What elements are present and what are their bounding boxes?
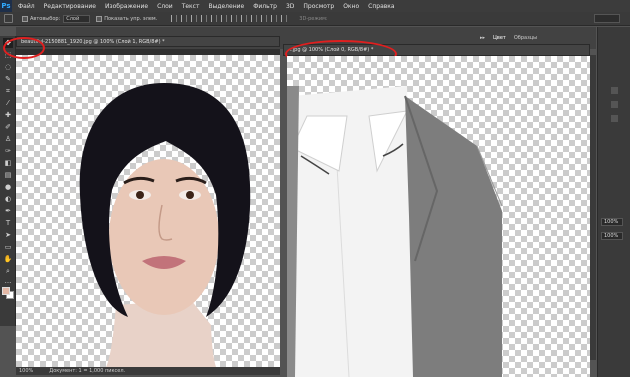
brush-tool-icon[interactable]: ✐ [3,122,13,132]
menu-filter[interactable]: Фильтр [253,3,277,10]
rectangle-tool-icon[interactable]: ▭ [3,242,13,252]
menu-edit[interactable]: Редактирование [44,3,96,10]
dodge-tool-icon[interactable]: ◐ [3,194,13,204]
menu-window[interactable]: Окно [343,3,359,10]
document-1-canvas[interactable] [16,55,280,367]
align-hcenter-icon[interactable] [211,15,218,22]
align-bottom-icon[interactable] [191,15,198,22]
lasso-tool-icon[interactable]: ◌ [3,62,13,72]
fill-field[interactable]: 100% [601,232,623,240]
type-tool-icon[interactable]: T [3,218,13,228]
align-vcenter-icon[interactable] [181,15,188,22]
crop-tool-icon[interactable]: ⌗ [3,86,13,96]
distribute-vcenter-icon[interactable] [241,15,248,22]
tab-swatches[interactable]: Образцы [514,35,537,41]
autoselect-checkbox[interactable] [22,15,28,22]
distribute-hcenter-icon[interactable] [271,15,278,22]
right-panel-dock [597,27,630,377]
menu-view[interactable]: Просмотр [303,3,334,10]
autoselect-dropdown[interactable]: Слой [63,14,91,23]
hand-tool-icon[interactable]: ✋ [3,254,13,264]
panel-adjust-icon[interactable] [610,115,618,122]
show-transform-label: Показать упр. элем. [104,15,158,22]
menu-select[interactable]: Выделение [208,3,244,10]
blur-tool-icon[interactable]: ● [3,182,13,192]
show-transform-checkbox[interactable] [96,15,103,22]
healing-tool-icon[interactable]: ✚ [3,110,13,120]
autoselect-label: Автовыбор: [30,15,61,22]
menu-layers[interactable]: Слои [157,3,173,10]
tab-color[interactable]: Цвет [493,35,506,41]
options-bar: Автовыбор: Слой Показать упр. элем. 3D-р… [0,12,630,26]
photoshop-logo: Ps [0,0,12,12]
panel-swatches-icon[interactable] [610,101,618,108]
distribute-bottom-icon[interactable] [251,15,258,22]
menu-image[interactable]: Изображение [105,3,148,10]
document-1-statusbar: 100% Документ: 1 = 1,000 пиксел. [16,367,280,375]
document-tab-1[interactable]: beautiful-2150881_1920.jpg @ 100% (Слой … [16,36,280,47]
jacket-layer-image [287,86,503,377]
workspace-dropdown[interactable] [594,14,620,23]
align-right-icon[interactable] [221,15,228,22]
menu-help[interactable]: Справка [368,3,394,10]
eraser-tool-icon[interactable]: ◧ [3,158,13,168]
opacity-field[interactable]: 100% [601,218,623,226]
stamp-tool-icon[interactable]: ♙ [3,134,13,144]
mode-3d-label: 3D-режим: [299,15,328,22]
history-brush-tool-icon[interactable]: ✑ [3,146,13,156]
align-left-icon[interactable] [201,15,208,22]
panel-color-icon[interactable] [610,87,618,94]
gradient-tool-icon[interactable]: ▤ [3,170,13,180]
document-2-canvas[interactable] [287,56,590,377]
distribute-right-icon[interactable] [281,15,288,22]
menu-file[interactable]: Файл [18,3,35,10]
pen-tool-icon[interactable]: ✒ [3,206,13,216]
quick-select-tool-icon[interactable]: ✎ [3,74,13,84]
eyedropper-tool-icon[interactable]: ⁄ [3,98,13,108]
move-tool-highlight-circle [3,37,45,59]
foreground-color-swatch[interactable] [2,287,10,295]
menu-type[interactable]: Текст [182,3,200,10]
panel-tabs: ▸▸ Цвет Образцы [480,32,545,43]
path-select-tool-icon[interactable]: ➤ [3,230,13,240]
head-layer-image [79,83,251,367]
zoom-level[interactable]: 100% [19,368,33,374]
menu-3d[interactable]: 3D [286,3,294,10]
menu-bar: Ps Файл Редактирование Изображение Слои … [0,0,630,12]
tools-panel: ✥ ⬚ ◌ ✎ ⌗ ⁄ ✚ ✐ ♙ ✑ ◧ ▤ ● ◐ ✒ T ➤ ▭ ✋ ⌕ … [0,36,16,326]
align-top-icon[interactable] [171,15,178,22]
distribute-top-icon[interactable] [231,15,238,22]
zoom-tool-icon[interactable]: ⌕ [3,266,13,276]
document-info: Документ: 1 = 1,000 пиксел. [49,368,126,374]
move-tool-preset-icon[interactable] [4,14,13,23]
distribute-left-icon[interactable] [261,15,268,22]
panel-collapse-icon[interactable]: ▸▸ [480,35,485,41]
document-2-scrollbar[interactable] [590,55,596,360]
